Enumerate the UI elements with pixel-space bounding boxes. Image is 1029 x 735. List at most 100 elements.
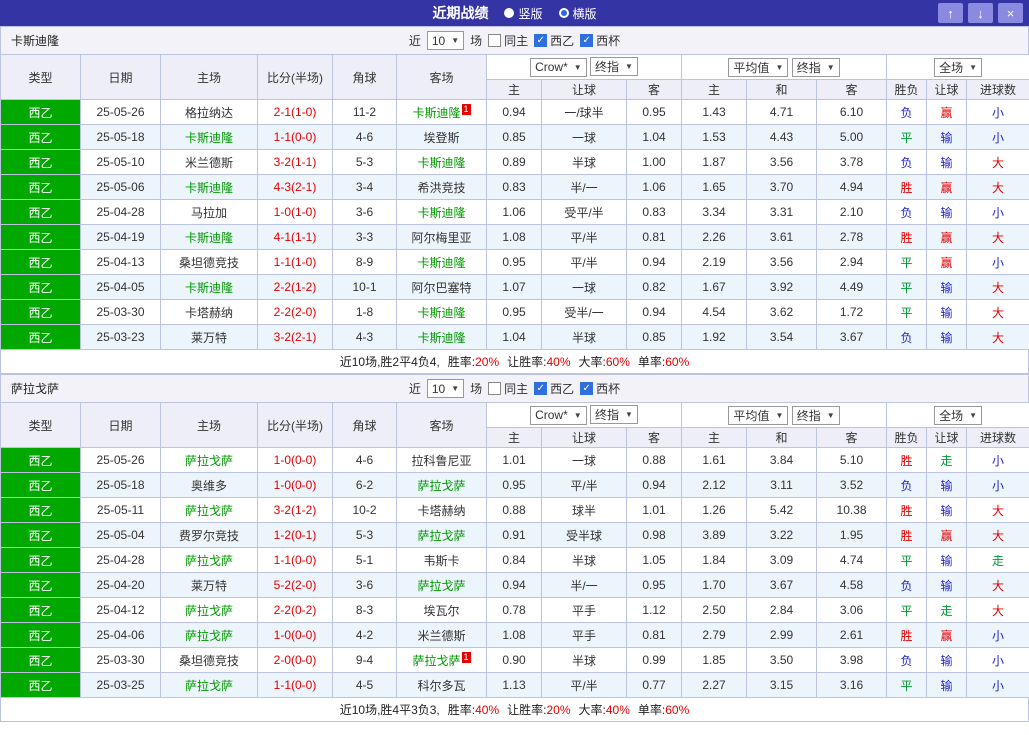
- move-down-button[interactable]: ↓: [968, 3, 993, 23]
- away-team-cell: 萨拉戈萨: [396, 472, 487, 498]
- goals-result-cell: 小: [966, 622, 1029, 648]
- team-text: 莱万特: [190, 330, 227, 345]
- date-cell: 25-05-18: [80, 472, 161, 498]
- away-odds-cell: 0.95: [625, 572, 683, 598]
- home-odds-cell: 0.94: [486, 99, 542, 125]
- result-cell: 平: [886, 597, 928, 623]
- handicap-cell: 平/半: [541, 224, 627, 250]
- away-team-cell: 卡斯迪隆: [396, 199, 487, 225]
- avg-home-odds-cell: 1.53: [681, 124, 748, 150]
- date-cell: 25-05-11: [80, 497, 161, 523]
- handicap-cell: 半球: [541, 149, 627, 175]
- chevron-down-icon: ▼: [625, 62, 633, 72]
- odds-type-select[interactable]: 终指 ▼: [590, 405, 638, 425]
- league-checkbox[interactable]: ✓ 西乙: [534, 32, 574, 49]
- score-cell: 3-2(1-1): [257, 149, 333, 175]
- away-odds-cell: 0.94: [625, 472, 683, 498]
- avg-draw-odds-cell: 3.62: [746, 299, 818, 325]
- same-home-checkbox[interactable]: 同主: [488, 380, 528, 397]
- same-home-checkbox[interactable]: 同主: [488, 32, 528, 49]
- scope-select-cell: 全场 ▼: [886, 402, 1029, 428]
- date-cell: 25-04-28: [80, 199, 161, 225]
- checkbox-icon: ✓: [580, 382, 594, 395]
- team-text: 阿尔巴塞特: [411, 280, 472, 295]
- col-odds-away: 客: [625, 79, 683, 100]
- odds-type-select[interactable]: 终指 ▼: [590, 57, 638, 77]
- summary-stat: 大率:60%: [578, 355, 630, 369]
- avg-type-select[interactable]: 终指 ▼: [791, 57, 840, 77]
- corner-cell: 5-3: [332, 522, 397, 548]
- away-odds-cell: 0.81: [625, 622, 683, 648]
- goals-result-cell: 走: [966, 547, 1029, 573]
- goals-result-cell: 小: [966, 124, 1029, 150]
- avg-away-odds-cell: 3.67: [816, 324, 888, 350]
- avg-home-odds-cell: 1.70: [681, 572, 748, 598]
- result-cell: 胜: [886, 497, 928, 523]
- handicap-result-cell: 输: [926, 672, 968, 698]
- cup-checkbox[interactable]: ✓ 西杯: [580, 380, 620, 397]
- checkbox-icon: [488, 382, 502, 395]
- move-up-button[interactable]: ↑: [938, 3, 963, 23]
- match-count-select[interactable]: 10 ▼: [426, 31, 465, 50]
- odds-company-select[interactable]: Crow* ▼: [530, 405, 587, 425]
- match-count-select[interactable]: 10 ▼: [426, 379, 465, 398]
- result-cell: 胜: [886, 522, 928, 548]
- away-team-cell: 科尔多瓦: [396, 672, 487, 698]
- goals-result-cell: 大: [966, 522, 1029, 548]
- away-team-cell: 韦斯卡: [396, 547, 487, 573]
- col-avg-draw: 和: [746, 79, 818, 100]
- date-cell: 25-04-13: [80, 249, 161, 275]
- score-cell: 1-1(0-0): [257, 672, 333, 698]
- avg-away-odds-cell: 3.16: [816, 672, 888, 698]
- team-text: 米兰德斯: [417, 628, 466, 643]
- summary-stat: 让胜率:20%: [507, 703, 571, 717]
- odds-company-select[interactable]: Crow* ▼: [530, 57, 587, 77]
- up-arrow-icon: ↑: [947, 5, 954, 21]
- home-team-cell: 萨拉戈萨: [160, 447, 258, 473]
- avg-select[interactable]: 平均值 ▼: [728, 57, 789, 77]
- avg-away-odds-cell: 3.52: [816, 472, 888, 498]
- goals-result-cell: 大: [966, 174, 1029, 200]
- matches-table: 类型 日期 主场 比分(半场) 角球 客场 Crow* ▼ 终指 ▼ 平均值 ▼ 终指…: [0, 402, 1029, 698]
- team-name: 卡斯迪隆: [11, 34, 60, 48]
- checkbox-icon: [488, 34, 502, 47]
- away-odds-cell: 0.95: [625, 99, 683, 125]
- corner-cell: 6-2: [332, 472, 397, 498]
- date-cell: 25-04-05: [80, 274, 161, 300]
- home-team-cell: 卡斯迪隆: [160, 174, 258, 200]
- chevron-down-icon: ▼: [775, 62, 784, 72]
- cup-checkbox[interactable]: ✓ 西杯: [580, 32, 620, 49]
- away-odds-cell: 1.12: [625, 597, 683, 623]
- col-score: 比分(半场): [257, 54, 333, 100]
- avg-type-select[interactable]: 终指 ▼: [791, 405, 840, 425]
- avg-select[interactable]: 平均值 ▼: [728, 405, 789, 425]
- league-checkbox[interactable]: ✓ 西乙: [534, 380, 574, 397]
- handicap-cell: 受半/一: [541, 299, 627, 325]
- league-cell: 西乙: [0, 547, 81, 573]
- radio-vertical-layout[interactable]: 竖版: [504, 5, 543, 22]
- scope-select[interactable]: 全场 ▼: [934, 57, 982, 77]
- scope-select[interactable]: 全场 ▼: [934, 405, 982, 425]
- radio-horizontal-layout[interactable]: 横版: [558, 5, 597, 22]
- away-team-cell: 卡斯迪隆: [396, 299, 487, 325]
- match-row: 西乙 25-03-25 萨拉戈萨 1-1(0-0) 4-5 科尔多瓦 1.13 平/半 0.77…: [0, 672, 1029, 698]
- corner-cell: 4-3: [332, 324, 397, 350]
- team-text: 卡塔赫纳: [417, 503, 466, 518]
- col-corner: 角球: [332, 402, 397, 448]
- home-team-cell: 萨拉戈萨: [160, 672, 258, 698]
- avg-home-odds-cell: 2.26: [681, 224, 748, 250]
- team-text: 卡斯迪隆: [184, 230, 233, 245]
- col-avg-home: 主: [681, 427, 748, 448]
- away-odds-cell: 0.82: [625, 274, 683, 300]
- handicap-cell: 平手: [541, 622, 627, 648]
- home-team-cell: 卡斯迪隆: [160, 124, 258, 150]
- filter-bar: 近 10 ▼ 场 同主 ✓ 西乙 ✓ 西杯: [409, 379, 620, 398]
- home-odds-cell: 0.91: [486, 522, 542, 548]
- team-section-2: 萨拉戈萨 近 10 ▼ 场 同主 ✓ 西乙 ✓ 西杯 类型 日期 主场 比分(半场) …: [0, 374, 1029, 722]
- score-cell: 2-2(2-0): [257, 299, 333, 325]
- col-result: 胜负: [886, 427, 928, 448]
- close-button[interactable]: ×: [998, 3, 1023, 23]
- avg-home-odds-cell: 3.89: [681, 522, 748, 548]
- home-team-cell: 桑坦德竞技: [160, 249, 258, 275]
- date-cell: 25-03-30: [80, 299, 161, 325]
